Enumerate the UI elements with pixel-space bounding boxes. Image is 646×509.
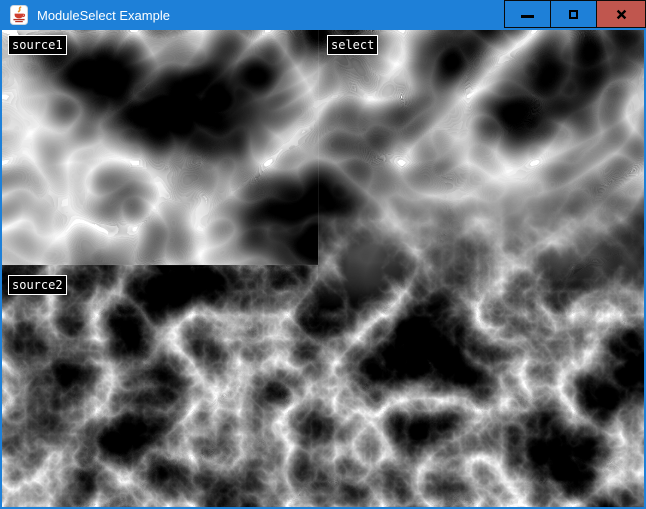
- select-label: select: [327, 35, 378, 55]
- source2-label: source2: [8, 275, 67, 295]
- minimize-button[interactable]: [504, 0, 551, 28]
- source1-label: source1: [8, 35, 67, 55]
- titlebar[interactable]: ModuleSelect Example: [0, 0, 646, 30]
- java-coffee-cup-icon[interactable]: [10, 5, 28, 25]
- source1-image: [2, 30, 318, 265]
- source2-image: [2, 265, 318, 507]
- window-controls: [505, 0, 646, 28]
- maximize-icon: [569, 10, 578, 19]
- minimize-icon: [521, 15, 534, 18]
- render-area: source1 select source2: [2, 30, 644, 507]
- window: ModuleSelect Example: [0, 0, 646, 509]
- noise-canvas: [2, 30, 644, 507]
- window-title: ModuleSelect Example: [37, 8, 170, 23]
- close-button[interactable]: [596, 0, 646, 28]
- close-icon: [616, 9, 627, 20]
- maximize-button[interactable]: [550, 0, 597, 28]
